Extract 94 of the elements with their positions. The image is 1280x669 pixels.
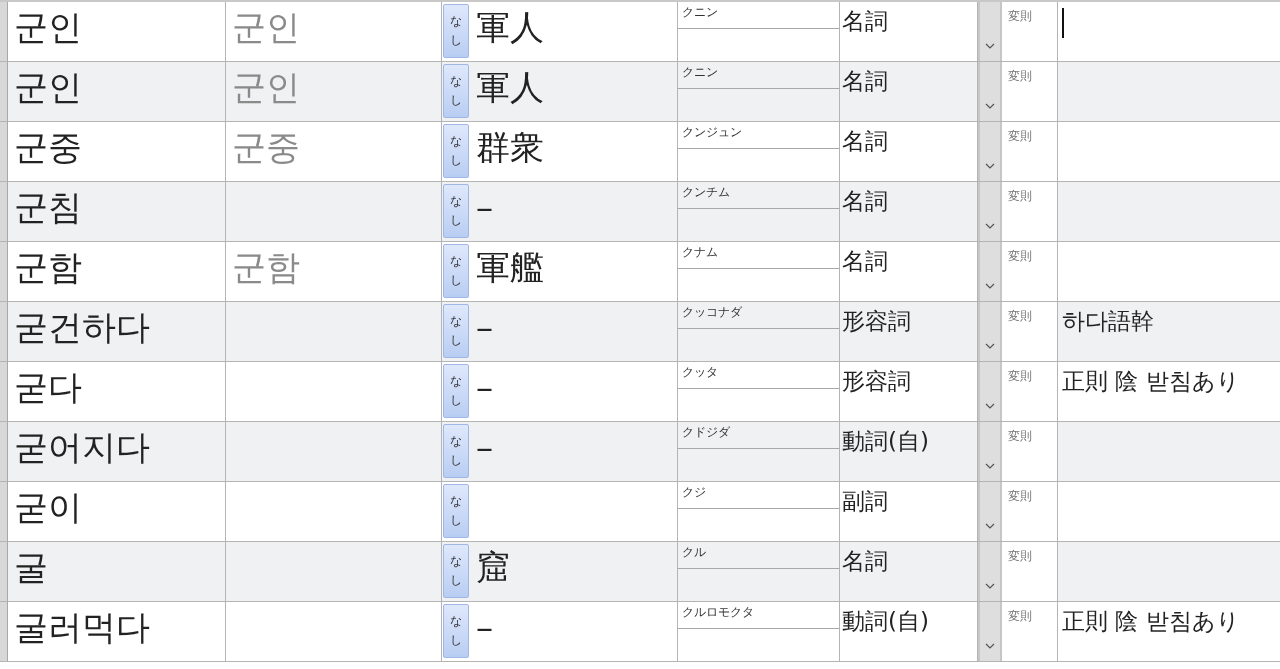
kanji-field[interactable]: –	[470, 302, 678, 361]
irregular-label: 変則	[1007, 428, 1033, 445]
irregular-label: 変則	[1007, 368, 1033, 385]
note-field[interactable]: 하다語幹	[1058, 302, 1280, 361]
none-button[interactable]: なし	[443, 424, 469, 478]
irregular-label: 変則	[1007, 308, 1033, 325]
none-button[interactable]: なし	[443, 544, 469, 598]
chevron-down-icon	[985, 643, 995, 649]
note-text: 하다語幹	[1062, 307, 1154, 336]
none-button[interactable]: なし	[443, 184, 469, 238]
note-text: 正則 陰 받침あり	[1062, 607, 1240, 636]
record-selector[interactable]	[0, 122, 8, 181]
reading-field[interactable]: クッコナダ	[678, 302, 839, 329]
kanji-field[interactable]: –	[470, 602, 678, 661]
word-field[interactable]: 굴	[8, 542, 226, 601]
reading-field[interactable]: クンチム	[678, 182, 839, 209]
text-cursor	[1062, 8, 1064, 38]
none-button[interactable]: なし	[443, 364, 469, 418]
chevron-down-icon	[985, 583, 995, 589]
record-selector[interactable]	[0, 482, 8, 541]
word-field[interactable]: 군인	[8, 62, 226, 121]
none-button[interactable]: なし	[443, 124, 469, 178]
record-selector[interactable]	[0, 302, 8, 361]
irregular-label: 変則	[1007, 488, 1033, 505]
reading-field[interactable]: クンジュン	[678, 122, 839, 149]
kanji-field[interactable]: –	[470, 362, 678, 421]
chevron-down-icon	[985, 43, 995, 49]
chevron-down-icon	[985, 463, 995, 469]
kanji-field[interactable]: 群衆	[470, 122, 678, 181]
irregular-label: 変則	[1007, 608, 1033, 625]
kanji-field[interactable]: –	[470, 422, 678, 481]
reading-field[interactable]: クッタ	[678, 362, 839, 389]
record-selector[interactable]	[0, 362, 8, 421]
chevron-down-icon	[985, 163, 995, 169]
dropdown-button[interactable]	[978, 482, 1002, 541]
note-field[interactable]: 正則 陰 받침あり	[1058, 602, 1280, 661]
record-selector[interactable]	[0, 602, 8, 661]
chevron-down-icon	[985, 223, 995, 229]
word-field[interactable]: 굳어지다	[8, 422, 226, 481]
kanji-field[interactable]: 軍艦	[470, 242, 678, 301]
dropdown-button[interactable]	[978, 542, 1002, 601]
dropdown-button[interactable]	[978, 362, 1002, 421]
kanji-field[interactable]: 軍人	[470, 2, 678, 61]
word-field[interactable]: 군중	[8, 122, 226, 181]
record-selector[interactable]	[0, 2, 8, 61]
word-field[interactable]: 굳다	[8, 362, 226, 421]
irregular-label: 変則	[1007, 548, 1033, 565]
kanji-field[interactable]: 軍人	[470, 62, 678, 121]
record-selector[interactable]	[0, 242, 8, 301]
dropdown-button[interactable]	[978, 602, 1002, 661]
irregular-label: 変則	[1007, 8, 1033, 25]
dropdown-button[interactable]	[978, 182, 1002, 241]
kanji-field[interactable]: –	[470, 182, 678, 241]
note-field[interactable]: 正則 陰 받침あり	[1058, 362, 1280, 421]
note-text: 正則 陰 받침あり	[1062, 367, 1240, 396]
word-field[interactable]: 굴러먹다	[8, 602, 226, 661]
chevron-down-icon	[985, 283, 995, 289]
word-field[interactable]: 군침	[8, 182, 226, 241]
irregular-label: 変則	[1007, 128, 1033, 145]
dropdown-button[interactable]	[978, 242, 1002, 301]
chevron-down-icon	[985, 523, 995, 529]
word-field[interactable]: 굳이	[8, 482, 226, 541]
dropdown-button[interactable]	[978, 62, 1002, 121]
irregular-label: 変則	[1007, 68, 1033, 85]
kanji-field[interactable]: 窟	[470, 542, 678, 601]
chevron-down-icon	[985, 343, 995, 349]
none-button[interactable]: なし	[443, 4, 469, 58]
dropdown-button[interactable]	[978, 2, 1002, 61]
irregular-label: 変則	[1007, 248, 1033, 265]
dropdown-button[interactable]	[978, 422, 1002, 481]
reading-field[interactable]: クルロモクタ	[678, 602, 839, 629]
reading-field[interactable]: クドジダ	[678, 422, 839, 449]
reading-field[interactable]: クル	[678, 542, 839, 569]
chevron-down-icon	[985, 403, 995, 409]
word-field[interactable]: 군인	[8, 2, 226, 61]
chevron-down-icon	[985, 103, 995, 109]
reading-field[interactable]: クニン	[678, 62, 839, 89]
word-field[interactable]: 굳건하다	[8, 302, 226, 361]
word-field[interactable]: 군함	[8, 242, 226, 301]
none-button[interactable]: なし	[443, 304, 469, 358]
none-button[interactable]: なし	[443, 244, 469, 298]
record-selector[interactable]	[0, 182, 8, 241]
record-selector[interactable]	[0, 422, 8, 481]
none-button[interactable]: なし	[443, 64, 469, 118]
record-selector[interactable]	[0, 62, 8, 121]
none-button[interactable]: なし	[443, 604, 469, 658]
reading-field[interactable]: クニン	[678, 2, 839, 29]
record-selector[interactable]	[0, 542, 8, 601]
reading-field[interactable]: クナム	[678, 242, 839, 269]
reading-field[interactable]: クジ	[678, 482, 839, 509]
irregular-label: 変則	[1007, 188, 1033, 205]
dropdown-button[interactable]	[978, 302, 1002, 361]
none-button[interactable]: なし	[443, 484, 469, 538]
dropdown-button[interactable]	[978, 122, 1002, 181]
